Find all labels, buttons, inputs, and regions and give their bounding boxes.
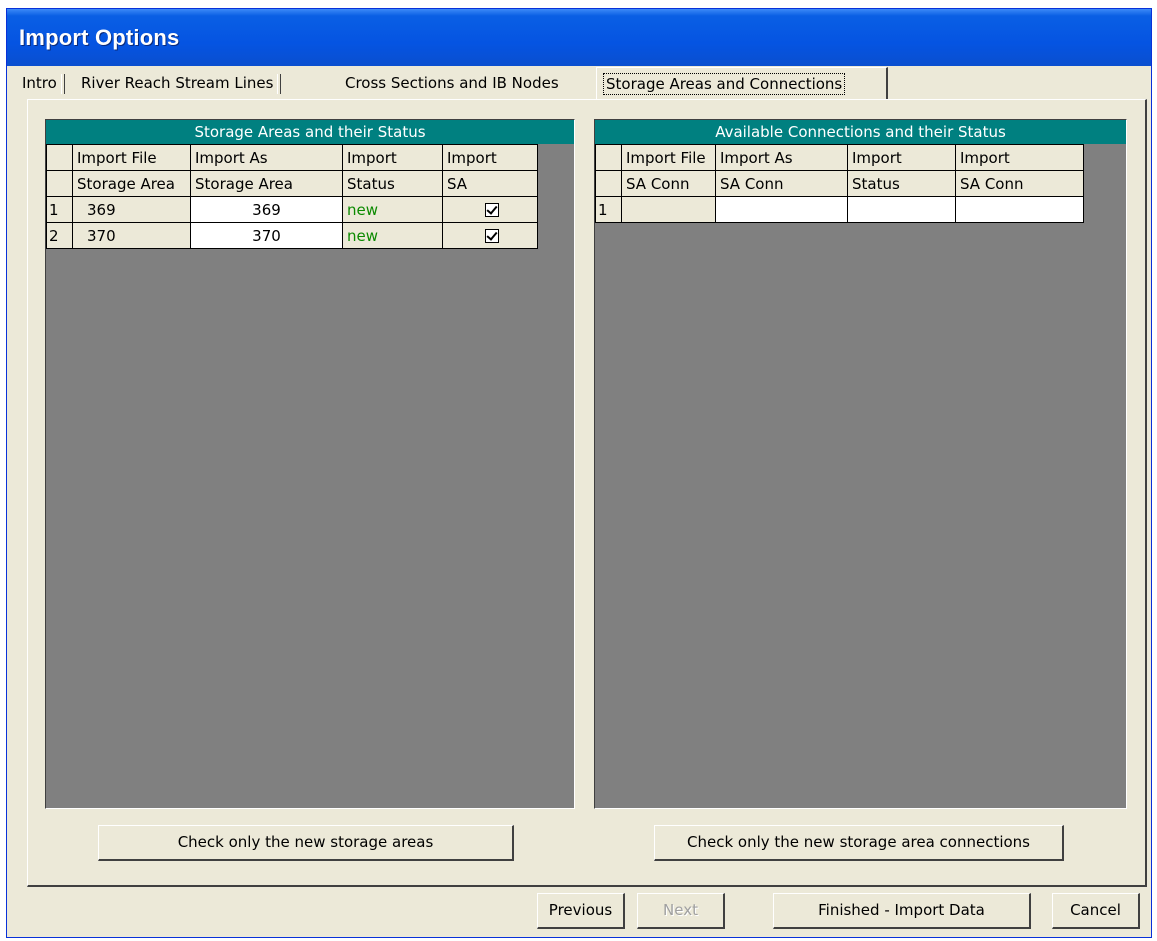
col-import-as: Import As xyxy=(715,144,848,171)
connections-header: Available Connections and their Status xyxy=(595,120,1126,144)
check-new-storage-areas-button[interactable]: Check only the new storage areas xyxy=(98,825,514,861)
import-status-cell: new xyxy=(342,196,443,223)
import-status-cell: new xyxy=(342,222,443,249)
import-options-window: Import Options Intro River Reach Stream … xyxy=(6,8,1152,938)
import-sa-cell[interactable] xyxy=(442,222,538,249)
import-file-cell: 369 xyxy=(72,196,191,223)
col-import-sa-sub: SA xyxy=(442,170,538,197)
connections-grid-panel: Available Connections and their Status I… xyxy=(594,119,1127,809)
finished-import-data-button[interactable]: Finished - Import Data xyxy=(773,893,1031,929)
row-header-corner xyxy=(595,144,622,171)
tab-separator xyxy=(277,73,282,94)
import-status-cell xyxy=(847,196,956,223)
table-header-row: SA Conn SA Conn Status SA Conn xyxy=(595,170,1084,197)
import-checkbox[interactable] xyxy=(485,229,499,243)
row-header-corner xyxy=(595,170,622,197)
import-as-cell[interactable] xyxy=(715,196,848,223)
table-row: 2 370 370 new xyxy=(46,222,538,249)
row-number: 2 xyxy=(46,222,73,249)
next-button[interactable]: Next xyxy=(637,893,725,929)
col-import-status: Import xyxy=(342,144,443,171)
col-import-status-sub: Status xyxy=(847,170,956,197)
storage-areas-grid-panel: Storage Areas and their Status Import Fi… xyxy=(45,119,575,809)
table-row: 1 369 369 new xyxy=(46,196,538,223)
import-checkbox[interactable] xyxy=(485,203,499,217)
tab-storage-areas-label: Storage Areas and Connections xyxy=(603,73,846,95)
table-header-row: Import File Import As Import Import xyxy=(595,144,1084,171)
table-row: 1 xyxy=(595,196,1084,223)
table-header-row: Storage Area Storage Area Status SA xyxy=(46,170,538,197)
col-import-file: Import File xyxy=(621,144,716,171)
import-sa-conn-cell[interactable] xyxy=(955,196,1084,223)
col-import-as-sub: Storage Area xyxy=(190,170,343,197)
col-import-file-sub: SA Conn xyxy=(621,170,716,197)
title-bar[interactable]: Import Options xyxy=(7,9,1151,66)
window-title: Import Options xyxy=(19,25,180,50)
row-header-corner xyxy=(46,144,73,171)
tab-river-reach-label: River Reach Stream Lines xyxy=(81,74,274,92)
col-import-as-sub: SA Conn xyxy=(715,170,848,197)
tab-intro-label: Intro xyxy=(22,74,57,92)
col-import-as: Import As xyxy=(190,144,343,171)
row-number: 1 xyxy=(46,196,73,223)
table-header-row: Import File Import As Import Import xyxy=(46,144,538,171)
tab-cross-sections-ib-nodes[interactable]: Cross Sections and IB Nodes xyxy=(345,70,559,98)
connections-table: Import File Import As Import Import SA C… xyxy=(595,144,1084,223)
col-import-status: Import xyxy=(847,144,956,171)
col-import-status-sub: Status xyxy=(342,170,443,197)
tab-river-reach-stream-lines[interactable]: River Reach Stream Lines xyxy=(81,70,282,98)
import-as-cell[interactable]: 370 xyxy=(190,222,343,249)
row-number: 1 xyxy=(595,196,622,223)
tab-cross-sections-label: Cross Sections and IB Nodes xyxy=(345,74,559,92)
storage-areas-header: Storage Areas and their Status xyxy=(46,120,574,144)
tab-intro[interactable]: Intro xyxy=(22,70,65,98)
col-import-file: Import File xyxy=(72,144,191,171)
cancel-button[interactable]: Cancel xyxy=(1052,893,1140,929)
tab-separator xyxy=(60,73,65,94)
import-file-cell xyxy=(621,196,716,223)
storage-areas-table: Import File Import As Import Import Stor… xyxy=(46,144,538,249)
col-import-sa-conn-sub: SA Conn xyxy=(955,170,1084,197)
col-import-sa-conn: Import xyxy=(955,144,1084,171)
import-sa-cell[interactable] xyxy=(442,196,538,223)
col-import-sa: Import xyxy=(442,144,538,171)
tab-storage-areas-connections[interactable]: Storage Areas and Connections xyxy=(596,67,888,100)
row-header-corner xyxy=(46,170,73,197)
col-import-file-sub: Storage Area xyxy=(72,170,191,197)
import-as-cell[interactable]: 369 xyxy=(190,196,343,223)
check-new-connections-button[interactable]: Check only the new storage area connecti… xyxy=(654,825,1064,861)
import-file-cell: 370 xyxy=(72,222,191,249)
previous-button[interactable]: Previous xyxy=(537,893,625,929)
